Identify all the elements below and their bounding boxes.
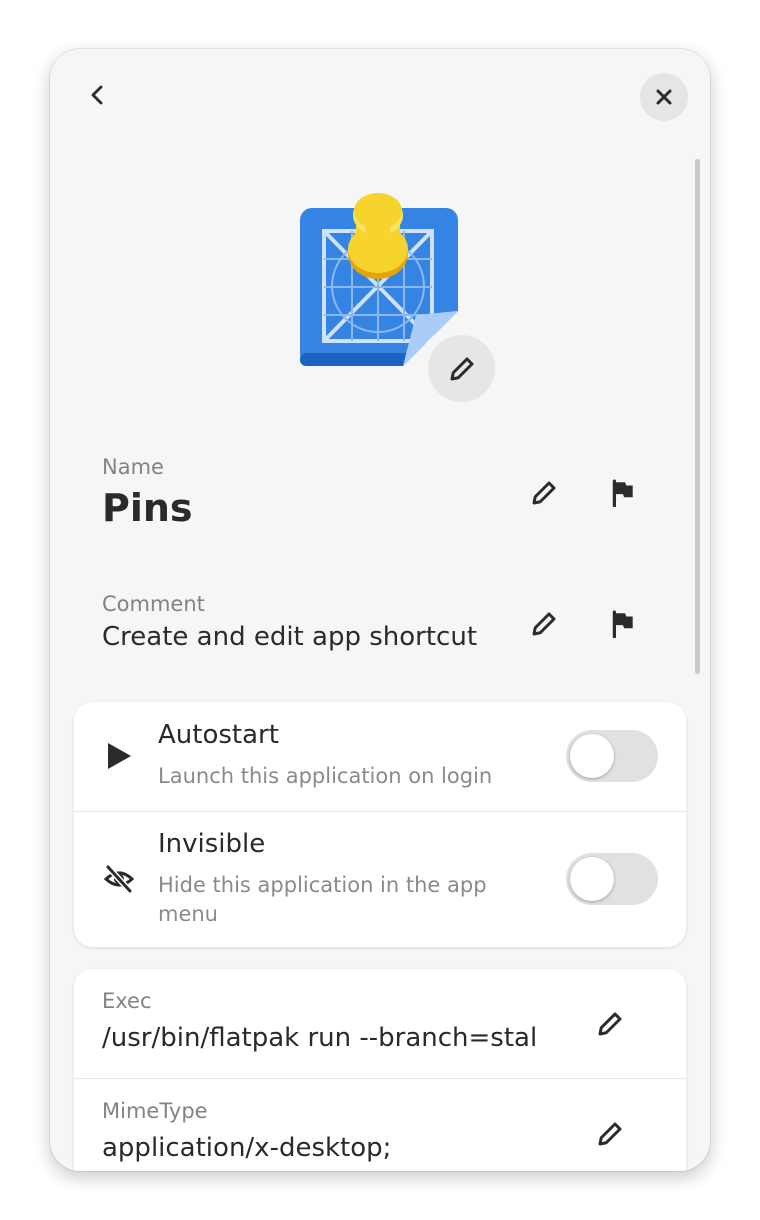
close-button[interactable] xyxy=(640,73,688,121)
chevron-left-icon xyxy=(91,85,103,105)
pencil-icon xyxy=(598,1122,622,1146)
edit-name-button[interactable] xyxy=(522,471,566,515)
switch-knob xyxy=(570,734,614,778)
properties-card: Exec /usr/bin/flatpak run --branch=stal … xyxy=(74,969,686,1171)
pencil-icon xyxy=(532,481,556,505)
close-icon xyxy=(656,89,672,105)
back-button[interactable] xyxy=(78,75,118,115)
autostart-subtitle: Launch this application on login xyxy=(158,764,493,788)
play-icon xyxy=(102,739,136,773)
app-window: Name Pins Comment Create and edit app sh… xyxy=(50,49,710,1171)
autostart-row[interactable]: Autostart Launch this application on log… xyxy=(74,702,686,812)
name-field: Name Pins xyxy=(102,454,193,532)
flag-icon xyxy=(612,610,633,638)
pencil-icon xyxy=(598,1012,622,1036)
edit-mimetype-button[interactable] xyxy=(588,1112,632,1156)
flag-icon xyxy=(612,479,633,507)
pencil-icon xyxy=(450,357,473,380)
comment-field: Comment Create and edit app shortcut xyxy=(102,591,477,654)
name-label: Name xyxy=(102,455,164,479)
mimetype-label: MimeType xyxy=(102,1099,208,1123)
autostart-title: Autostart xyxy=(158,720,279,750)
eye-slash-icon xyxy=(102,862,136,896)
invisible-subtitle: Hide this application in the app menu xyxy=(158,873,487,926)
edit-comment-button[interactable] xyxy=(522,602,566,646)
translate-name-button[interactable] xyxy=(601,471,645,515)
comment-label: Comment xyxy=(102,592,205,616)
exec-row[interactable]: Exec /usr/bin/flatpak run --branch=stal xyxy=(74,969,686,1079)
edit-exec-button[interactable] xyxy=(588,1002,632,1046)
invisible-row[interactable]: Invisible Hide this application in the a… xyxy=(74,812,686,947)
options-card: Autostart Launch this application on log… xyxy=(74,702,686,947)
mimetype-value: application/x-desktop; xyxy=(102,1133,392,1163)
exec-value: /usr/bin/flatpak run --branch=stal xyxy=(102,1023,538,1053)
edit-icon-button[interactable] xyxy=(428,335,495,402)
app-name: Pins xyxy=(102,486,193,530)
switch-knob xyxy=(570,857,614,901)
app-comment: Create and edit app shortcut xyxy=(102,622,478,652)
pencil-icon xyxy=(532,612,556,636)
exec-label: Exec xyxy=(102,989,152,1013)
invisible-title: Invisible xyxy=(158,829,266,859)
invisible-switch[interactable] xyxy=(566,853,658,905)
autostart-switch[interactable] xyxy=(566,730,658,782)
scrollbar[interactable] xyxy=(695,159,700,674)
mimetype-row[interactable]: MimeType application/x-desktop; xyxy=(74,1079,686,1171)
translate-comment-button[interactable] xyxy=(601,602,645,646)
